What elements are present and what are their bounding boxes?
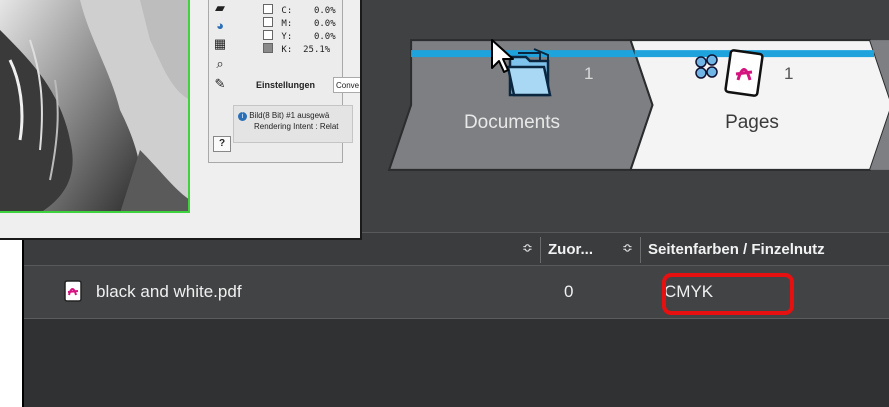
k-label: K: <box>281 45 293 55</box>
pages-label: Pages <box>725 112 779 133</box>
info-box: i Bild(8 Bit) #1 ausgewä Rendering Inten… <box>233 105 353 143</box>
grid-icon[interactable]: ▦ <box>212 36 228 52</box>
photo-preview <box>0 0 190 213</box>
c-value: 0.0% <box>313 6 336 16</box>
grayscale-photo <box>0 0 188 211</box>
help-button[interactable]: ? <box>213 136 231 152</box>
m-checkbox[interactable] <box>263 17 273 27</box>
column-divider[interactable] <box>540 237 541 263</box>
sort-icon[interactable]: ≎ <box>522 241 533 255</box>
cmyk-row-k: K: 25.1% <box>263 43 330 55</box>
cmyk-row-y: Y: 0.0% <box>263 30 336 42</box>
c-checkbox[interactable] <box>263 4 273 14</box>
documents-label: Documents <box>463 112 561 133</box>
workflow-step-pages[interactable]: 1 Pages <box>634 10 889 140</box>
settings-select[interactable]: Conve <box>333 77 360 93</box>
settings-label: Einstellungen <box>256 80 316 90</box>
k-value: 25.1% <box>303 45 331 55</box>
pages-count: 1 <box>784 64 794 83</box>
m-value: 0.0% <box>313 19 336 29</box>
assigned-value: 0 <box>564 282 574 301</box>
info-line-2: Rendering Intent : Relat <box>254 122 339 131</box>
edit-page-icon[interactable]: ✎ <box>212 76 228 92</box>
y-checkbox[interactable] <box>263 30 273 40</box>
info-icon: i <box>238 112 247 121</box>
column-divider[interactable] <box>640 237 641 263</box>
m-label: M: <box>281 19 293 29</box>
workflow-step-documents[interactable]: 1 Documents <box>394 10 654 140</box>
pages-icon <box>695 49 764 97</box>
cmyk-row-c: C: 0.0% <box>263 4 336 16</box>
c-label: C: <box>281 6 293 16</box>
y-value: 0.0% <box>313 32 336 42</box>
search-page-icon[interactable]: ⌕ <box>212 56 228 72</box>
layers-icon[interactable]: ▰ <box>212 0 228 16</box>
pdf-file-icon <box>64 280 82 302</box>
image-window: ▰ ◕ ▦ ⌕ ✎ C: 0.0% M: 0.0% Y: 0.0% K: 25.… <box>0 0 362 240</box>
color-wheel-icon[interactable]: ◕ <box>212 18 228 34</box>
y-label: Y: <box>281 32 293 42</box>
column-header-page-colors[interactable]: Seitenfarben / Finzelnutz <box>648 233 889 265</box>
cmyk-row-m: M: 0.0% <box>263 17 336 29</box>
sort-icon[interactable]: ≎ <box>622 241 633 255</box>
file-name: black and white.pdf <box>96 282 242 301</box>
color-palette: ▰ ◕ ▦ ⌕ ✎ C: 0.0% M: 0.0% Y: 0.0% K: 25.… <box>208 0 360 163</box>
highlight-annotation <box>662 273 794 315</box>
documents-count: 1 <box>584 64 594 83</box>
info-line-1: Bild(8 Bit) #1 ausgewä <box>249 111 330 120</box>
palette-toolstrip: ▰ ◕ ▦ ⌕ ✎ <box>209 0 231 130</box>
k-checkbox[interactable] <box>263 43 273 53</box>
mouse-cursor-icon <box>491 39 514 73</box>
column-header-assigned[interactable]: Zuor... <box>548 233 618 265</box>
